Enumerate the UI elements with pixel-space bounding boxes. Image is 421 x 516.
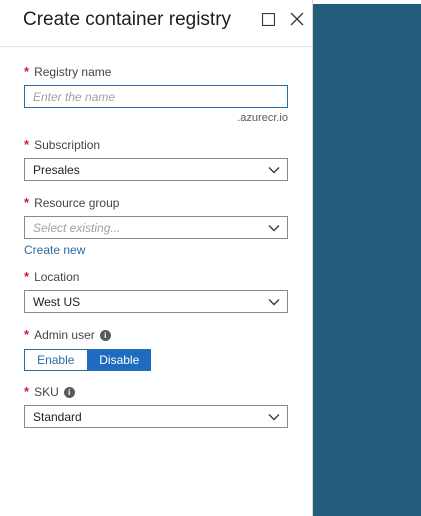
registry-name-label: * Registry name	[24, 64, 288, 80]
portal-window: Create container registry * Registry nam…	[0, 0, 421, 516]
admin-disable-option[interactable]: Disable	[87, 349, 151, 371]
subscription-label: * Subscription	[24, 137, 288, 153]
registry-name-input[interactable]	[24, 85, 288, 108]
blade-title: Create container registry	[23, 9, 232, 30]
admin-user-label: * Admin user i	[24, 327, 288, 343]
required-marker: *	[24, 195, 30, 210]
location-dropdown[interactable]: West US	[24, 290, 288, 313]
sku-dropdown[interactable]: Standard	[24, 405, 288, 428]
portal-backdrop	[313, 4, 421, 516]
resource-group-field: * Resource group Select existing... Crea…	[24, 195, 288, 259]
admin-user-field: * Admin user i Enable Disable	[24, 327, 288, 371]
close-button[interactable]	[288, 10, 306, 28]
sku-label: * SKU i	[24, 384, 288, 400]
location-field: * Location West US	[24, 269, 288, 313]
sku-value: Standard	[33, 410, 82, 424]
resource-group-placeholder: Select existing...	[33, 221, 121, 235]
info-icon[interactable]: i	[63, 386, 75, 398]
info-icon[interactable]: i	[99, 329, 111, 341]
required-marker: *	[24, 269, 30, 284]
chevron-down-icon	[268, 299, 280, 306]
registry-name-field: * Registry name .azurecr.io	[24, 64, 288, 125]
subscription-value: Presales	[33, 163, 80, 177]
blade-header: Create container registry	[0, 0, 312, 47]
registry-name-label-text: Registry name	[34, 65, 112, 79]
resource-group-label-text: Resource group	[34, 196, 120, 210]
required-marker: *	[24, 384, 30, 399]
subscription-dropdown[interactable]: Presales	[24, 158, 288, 181]
admin-enable-option[interactable]: Enable	[24, 349, 88, 371]
chevron-down-icon	[268, 225, 280, 232]
sku-label-text: SKU	[34, 385, 59, 399]
subscription-field: * Subscription Presales	[24, 137, 288, 181]
sku-field: * SKU i Standard	[24, 384, 288, 428]
location-label: * Location	[24, 269, 288, 285]
admin-user-toggle: Enable Disable	[24, 349, 151, 371]
resource-group-dropdown[interactable]: Select existing...	[24, 216, 288, 239]
chevron-down-icon	[268, 167, 280, 174]
resource-group-label: * Resource group	[24, 195, 288, 211]
location-label-text: Location	[34, 270, 80, 284]
required-marker: *	[24, 327, 30, 342]
create-registry-blade: Create container registry * Registry nam…	[0, 0, 313, 516]
chevron-down-icon	[268, 414, 280, 421]
maximize-button[interactable]	[259, 10, 277, 28]
maximize-icon	[261, 12, 275, 26]
location-value: West US	[33, 295, 81, 309]
required-marker: *	[24, 64, 30, 79]
admin-user-label-text: Admin user	[34, 328, 95, 342]
required-marker: *	[24, 137, 30, 152]
subscription-label-text: Subscription	[34, 138, 101, 152]
close-icon	[290, 12, 304, 26]
registry-name-suffix: .azurecr.io	[237, 112, 288, 124]
create-new-link[interactable]: Create new	[24, 243, 85, 257]
